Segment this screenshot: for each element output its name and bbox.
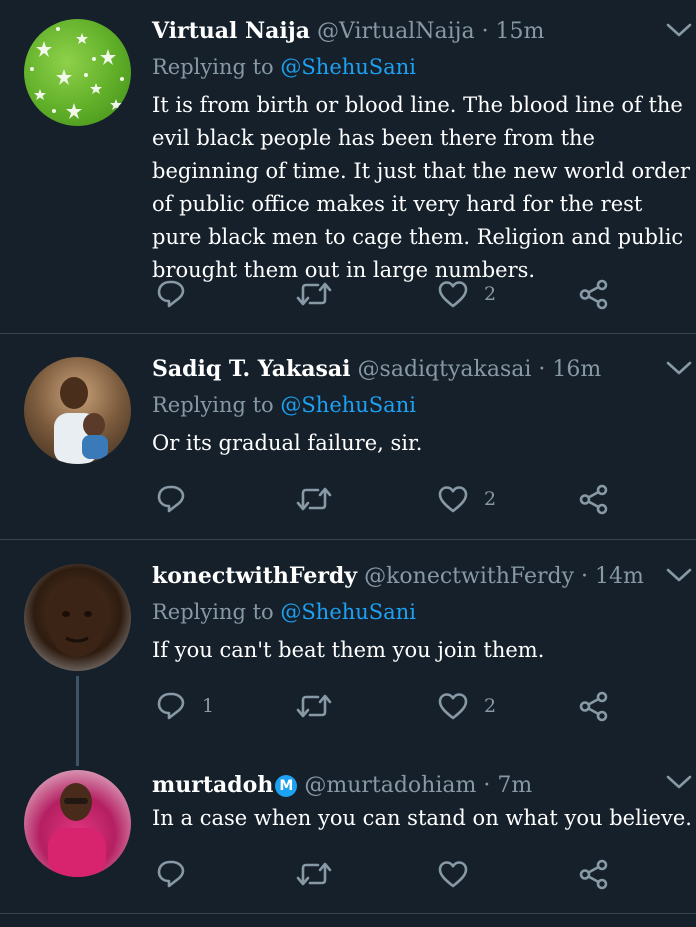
tweet-text: If you can't beat them you join them. (152, 638, 545, 662)
like-icon (438, 861, 468, 888)
replying-prefix: Replying to (152, 600, 274, 624)
user-handle[interactable]: @VirtualNaija (317, 19, 475, 44)
share-icon (579, 859, 608, 889)
reply-button[interactable]: 1 (156, 686, 214, 726)
share-icon (579, 279, 608, 309)
share-button[interactable] (578, 274, 609, 314)
retweet-icon (296, 282, 332, 306)
reply-button[interactable] (156, 854, 202, 894)
divider (0, 913, 696, 914)
timestamp[interactable]: · 14m (581, 564, 644, 589)
tweet-header: Virtual Naija @VirtualNaija · 15m (152, 18, 544, 45)
chevron-down-icon[interactable] (664, 772, 694, 792)
share-button[interactable] (578, 479, 609, 519)
stars-pattern-icon (30, 27, 124, 119)
display-name[interactable]: murtadoh (152, 772, 273, 798)
share-icon (579, 691, 608, 721)
tweet-text: Or its gradual failure, sir. (152, 431, 423, 455)
tweet-header: murtadoh M @murtadohiam · 7m (152, 772, 532, 799)
share-icon (579, 484, 608, 514)
reply-icon (157, 692, 185, 720)
replying-prefix: Replying to (152, 393, 274, 417)
like-button[interactable]: 2 (438, 274, 496, 314)
chevron-down-icon[interactable] (664, 20, 694, 40)
like-count: 2 (484, 488, 497, 510)
reply-button[interactable] (156, 274, 202, 314)
retweet-button[interactable] (296, 479, 348, 519)
mention-link[interactable]: @ShehuSani (280, 393, 416, 417)
tweet-text: It is from birth or blood line. The bloo… (152, 93, 691, 282)
replying-prefix: Replying to (152, 55, 274, 79)
replying-to: Replying to @ShehuSani (152, 392, 416, 418)
share-button[interactable] (578, 686, 609, 726)
tweet-actions: 2 (152, 274, 672, 314)
tweet-actions: 2 (152, 479, 672, 519)
tweet-actions: 1 2 (152, 686, 672, 726)
person-photo-icon (47, 581, 107, 657)
reply-icon (157, 485, 185, 513)
like-icon (438, 281, 468, 308)
like-button[interactable]: 2 (438, 686, 496, 726)
display-name[interactable]: Sadiq T. Yakasai (152, 356, 351, 382)
mention-link[interactable]: @ShehuSani (280, 600, 416, 624)
tweet-header: Sadiq T. Yakasai @sadiqtyakasai · 16m (152, 356, 601, 383)
chevron-down-icon[interactable] (664, 565, 694, 585)
like-count: 2 (484, 283, 497, 305)
divider (0, 333, 696, 334)
user-handle[interactable]: @konectwithFerdy (364, 564, 574, 589)
mention-link[interactable]: @ShehuSani (280, 55, 416, 79)
reply-icon (157, 860, 185, 888)
user-handle[interactable]: @sadiqtyakasai (358, 357, 532, 382)
tweet-text: In a case when you can stand on what you… (152, 806, 692, 830)
reply-button[interactable] (156, 479, 202, 519)
user-handle[interactable]: @murtadohiam (304, 773, 476, 798)
reply-icon (157, 280, 185, 308)
thread-connector (76, 676, 79, 766)
tweet-header: konectwithFerdy @konectwithFerdy · 14m (152, 563, 644, 590)
tweet-actions (152, 854, 672, 894)
display-name[interactable]: konectwithFerdy (152, 563, 357, 589)
reply-count: 1 (202, 695, 215, 717)
like-icon (438, 486, 468, 513)
display-name[interactable]: Virtual Naija (152, 18, 310, 44)
avatar[interactable] (24, 357, 131, 464)
divider (0, 539, 696, 540)
person-photo-icon (54, 377, 108, 464)
like-icon (438, 693, 468, 720)
chevron-down-icon[interactable] (664, 358, 694, 378)
retweet-icon (296, 487, 332, 511)
person-photo-icon (48, 783, 106, 877)
like-button[interactable]: 2 (438, 479, 496, 519)
avatar[interactable] (24, 770, 131, 877)
retweet-button[interactable] (296, 854, 348, 894)
replying-to: Replying to @ShehuSani (152, 599, 416, 625)
retweet-button[interactable] (296, 686, 348, 726)
like-count: 2 (484, 695, 497, 717)
retweet-icon (296, 862, 332, 886)
retweet-button[interactable] (296, 274, 348, 314)
avatar[interactable] (24, 19, 131, 126)
share-button[interactable] (578, 854, 609, 894)
timestamp[interactable]: · 7m (483, 773, 532, 798)
verified-badge-icon: M (275, 775, 298, 797)
like-button[interactable] (438, 854, 484, 894)
retweet-icon (296, 694, 332, 718)
replying-to: Replying to @ShehuSani (152, 54, 416, 80)
timestamp[interactable]: · 15m (482, 19, 545, 44)
timestamp[interactable]: · 16m (538, 357, 601, 382)
avatar[interactable] (24, 564, 131, 671)
